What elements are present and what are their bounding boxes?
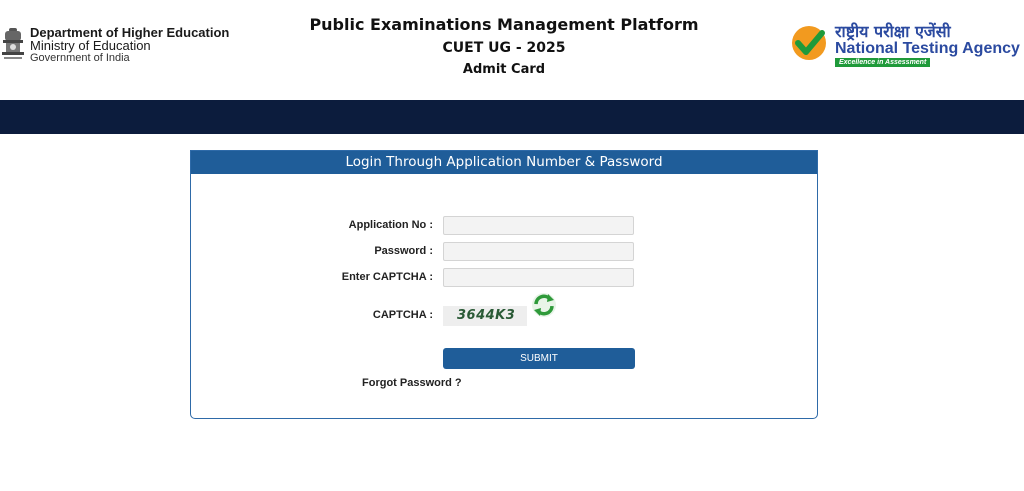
captcha-label: CAPTCHA : (372, 309, 433, 321)
nta-hindi-name: राष्ट्रीय परीक्षा एजेंसी (835, 22, 951, 41)
password-label: Password : (374, 245, 433, 257)
captcha-input-row: Enter CAPTCHA : (191, 268, 817, 288)
page-header: Department of Higher Education Ministry … (0, 0, 1024, 100)
navbar (0, 100, 1024, 134)
application-label: Application No : (348, 219, 433, 231)
nta-checkmark-icon (792, 26, 826, 60)
page-title: Public Examinations Management Platform (309, 15, 699, 34)
application-row: Application No : (191, 216, 817, 236)
nta-tagline: Excellence in Assessment (835, 58, 931, 67)
login-panel: Login Through Application Number & Passw… (190, 150, 818, 419)
password-row: Password : (191, 242, 817, 262)
nta-english-name: National Testing Agency (835, 40, 1020, 57)
captcha-image: 3644K3 (443, 306, 527, 326)
captcha-input[interactable] (443, 268, 634, 287)
captcha-code: 3644K3 (457, 308, 516, 323)
refresh-icon[interactable] (531, 292, 557, 318)
submit-button[interactable]: SUBMIT (443, 348, 635, 369)
page-subtitle: Admit Card (462, 62, 546, 77)
application-number-input[interactable] (443, 216, 634, 235)
forgot-password-link[interactable]: Forgot Password ? (362, 377, 462, 389)
dhe-logo: Department of Higher Education Ministry … (0, 26, 229, 65)
national-emblem-icon (2, 28, 24, 59)
government-name: Government of India (30, 52, 130, 64)
captcha-row: CAPTCHA : 3644K3 (191, 293, 817, 326)
nta-logo: राष्ट्रीय परीक्षा एजेंसी National Testin… (790, 20, 1024, 70)
exam-name: CUET UG - 2025 (442, 40, 566, 56)
captcha-input-label: Enter CAPTCHA : (341, 271, 433, 283)
login-panel-heading: Login Through Application Number & Passw… (191, 151, 817, 174)
password-input[interactable] (443, 242, 634, 261)
page-title-block: Public Examinations Management Platform … (254, 14, 754, 81)
ministry-name: Ministry of Education (30, 38, 151, 53)
